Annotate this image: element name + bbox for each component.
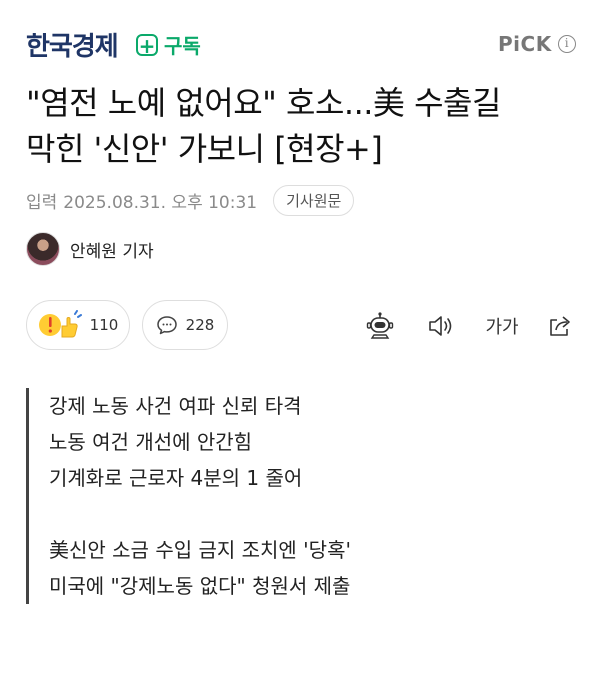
comment-button[interactable]: 228 [142, 300, 228, 350]
share-icon[interactable] [544, 310, 576, 342]
headline-line-1: "염전 노예 없어요" 호소...美 수출길 [26, 84, 501, 122]
pick-label: PiCK [498, 32, 552, 56]
speaker-icon[interactable] [424, 310, 456, 342]
summary-line: 美신안 소금 수입 금지 조치엔 '당혹' [49, 538, 351, 562]
pick-badge[interactable]: PiCK i [498, 32, 576, 56]
reaction-emoji-icon [38, 310, 82, 338]
reaction-count: 110 [89, 316, 119, 334]
reaction-button[interactable]: 110 [26, 300, 130, 350]
article-meta: 입력 2025.08.31. 오후 10:31 기사원문 [26, 185, 355, 216]
subscribe-label: 구독 [164, 34, 201, 58]
summary-line: 기계화로 근로자 4분의 1 줄어 [49, 466, 303, 490]
date-label: 입력 [26, 193, 58, 213]
original-article-button[interactable]: 기사원문 [273, 185, 355, 216]
comment-count: 228 [185, 316, 215, 334]
article-headline: "염전 노예 없어요" 호소...美 수출길 막힌 '신안' 가보니 [현장+] [26, 80, 586, 172]
summary-line: 미국에 "강제노동 없다" 청원서 제출 [49, 574, 351, 598]
article-summary: 강제 노동 사건 여파 신뢰 타격 노동 여건 개선에 안간힘 기계화로 근로자… [26, 388, 589, 604]
comment-icon [156, 316, 177, 335]
reporter-info[interactable]: 안혜원 기자 [26, 232, 154, 266]
subscribe-button[interactable]: + 구독 [136, 30, 201, 59]
summary-spacer [49, 496, 589, 532]
summary-line: 강제 노동 사건 여파 신뢰 타격 [49, 394, 302, 418]
press-logo[interactable]: 한국경제 [26, 26, 119, 63]
reporter-avatar [26, 232, 60, 266]
ai-summary-bot-icon[interactable] [364, 310, 396, 342]
reporter-name: 안혜원 기자 [70, 241, 154, 262]
info-icon[interactable]: i [557, 35, 576, 53]
font-size-label: 가가 [485, 317, 519, 338]
publish-date: 2025.08.31. 오후 10:31 [63, 193, 258, 213]
plus-icon: + [136, 33, 158, 56]
summary-line: 노동 여건 개선에 안간힘 [49, 430, 253, 454]
headline-line-2: 막힌 '신안' 가보니 [현장+] [26, 130, 383, 168]
font-size-button[interactable]: 가가 [482, 310, 522, 342]
